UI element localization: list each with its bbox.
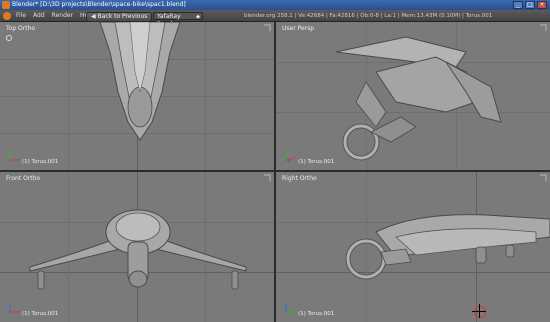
window-titlebar: Blender* [D:\3D projects\Blender\space-b… (0, 0, 550, 10)
blender-logo-icon[interactable] (3, 12, 11, 20)
spaceship-model-persp (335, 36, 502, 161)
view-options-icon[interactable] (6, 35, 12, 41)
viewport-front-ortho[interactable]: Front Ortho (1) Torus.001 (0, 172, 274, 322)
render-engine-select[interactable]: YafaRay Render ◆ (153, 12, 203, 28)
axis-gizmo-icon (9, 151, 19, 161)
blender-app-icon (2, 1, 10, 9)
blender-app: Blender* [D:\3D projects\Blender\space-b… (0, 0, 550, 322)
active-object-label: (1) Torus.001 (22, 311, 59, 317)
scene-stats: blender.org 258.1 | Ve:42684 | Fa:42816 … (244, 13, 493, 19)
viewport-label: User Persp (282, 25, 315, 32)
3d-cursor-icon[interactable] (472, 304, 486, 318)
maximize-button[interactable]: □ (525, 1, 535, 9)
menu-file[interactable]: File (16, 10, 26, 22)
axis-gizmo-icon (9, 303, 19, 313)
info-header: File Add Render Help ◀Back to Previous Y… (0, 10, 550, 28)
grid-line (68, 22, 69, 170)
menu-add[interactable]: Add (33, 10, 45, 22)
window-title: Blender* [D:\3D projects\Blender\space-b… (12, 1, 186, 8)
spaceship-model-front (29, 209, 247, 290)
viewport-split-corner-icon[interactable] (540, 24, 547, 31)
spaceship-model-top (99, 22, 181, 141)
axis-gizmo-icon (285, 303, 295, 313)
viewport-split-corner-icon[interactable] (264, 24, 271, 31)
viewport-label: Right Ortho (282, 175, 317, 182)
active-object-label: (1) Torus.001 (298, 159, 335, 165)
viewport-right-ortho[interactable]: Right Ortho (1) Torus.001 (276, 172, 550, 322)
area-divider-horizontal[interactable] (0, 170, 550, 172)
viewport-label: Top Ortho (6, 25, 36, 32)
chevron-down-icon: ◆ (196, 14, 200, 20)
close-button[interactable]: × (537, 1, 547, 9)
back-to-previous-button[interactable]: ◀ Back to Previous (86, 12, 153, 22)
viewport-user-persp[interactable]: User Persp (1) Torus.001 (276, 22, 550, 170)
viewport-split-corner-icon[interactable] (540, 174, 547, 181)
back-arrow-icon: ◀ (91, 13, 96, 20)
window-controls: _ □ × (513, 1, 547, 9)
area-divider-vertical[interactable] (274, 22, 276, 322)
viewport-label: Front Ortho (6, 175, 41, 182)
viewport-split-corner-icon[interactable] (264, 174, 271, 181)
viewport-top-ortho[interactable]: Top Ortho (1) Torus.001 (0, 22, 274, 170)
active-object-label: (1) Torus.001 (298, 311, 335, 317)
minimize-button[interactable]: _ (513, 1, 523, 9)
main-menu: File Add Render Help (16, 10, 94, 22)
axis-gizmo-icon (285, 150, 296, 162)
active-object-label: (1) Torus.001 (22, 159, 59, 165)
back-to-previous-label: Back to Previous (97, 13, 148, 20)
menu-render[interactable]: Render (52, 10, 73, 22)
spaceship-model-right (345, 214, 550, 280)
